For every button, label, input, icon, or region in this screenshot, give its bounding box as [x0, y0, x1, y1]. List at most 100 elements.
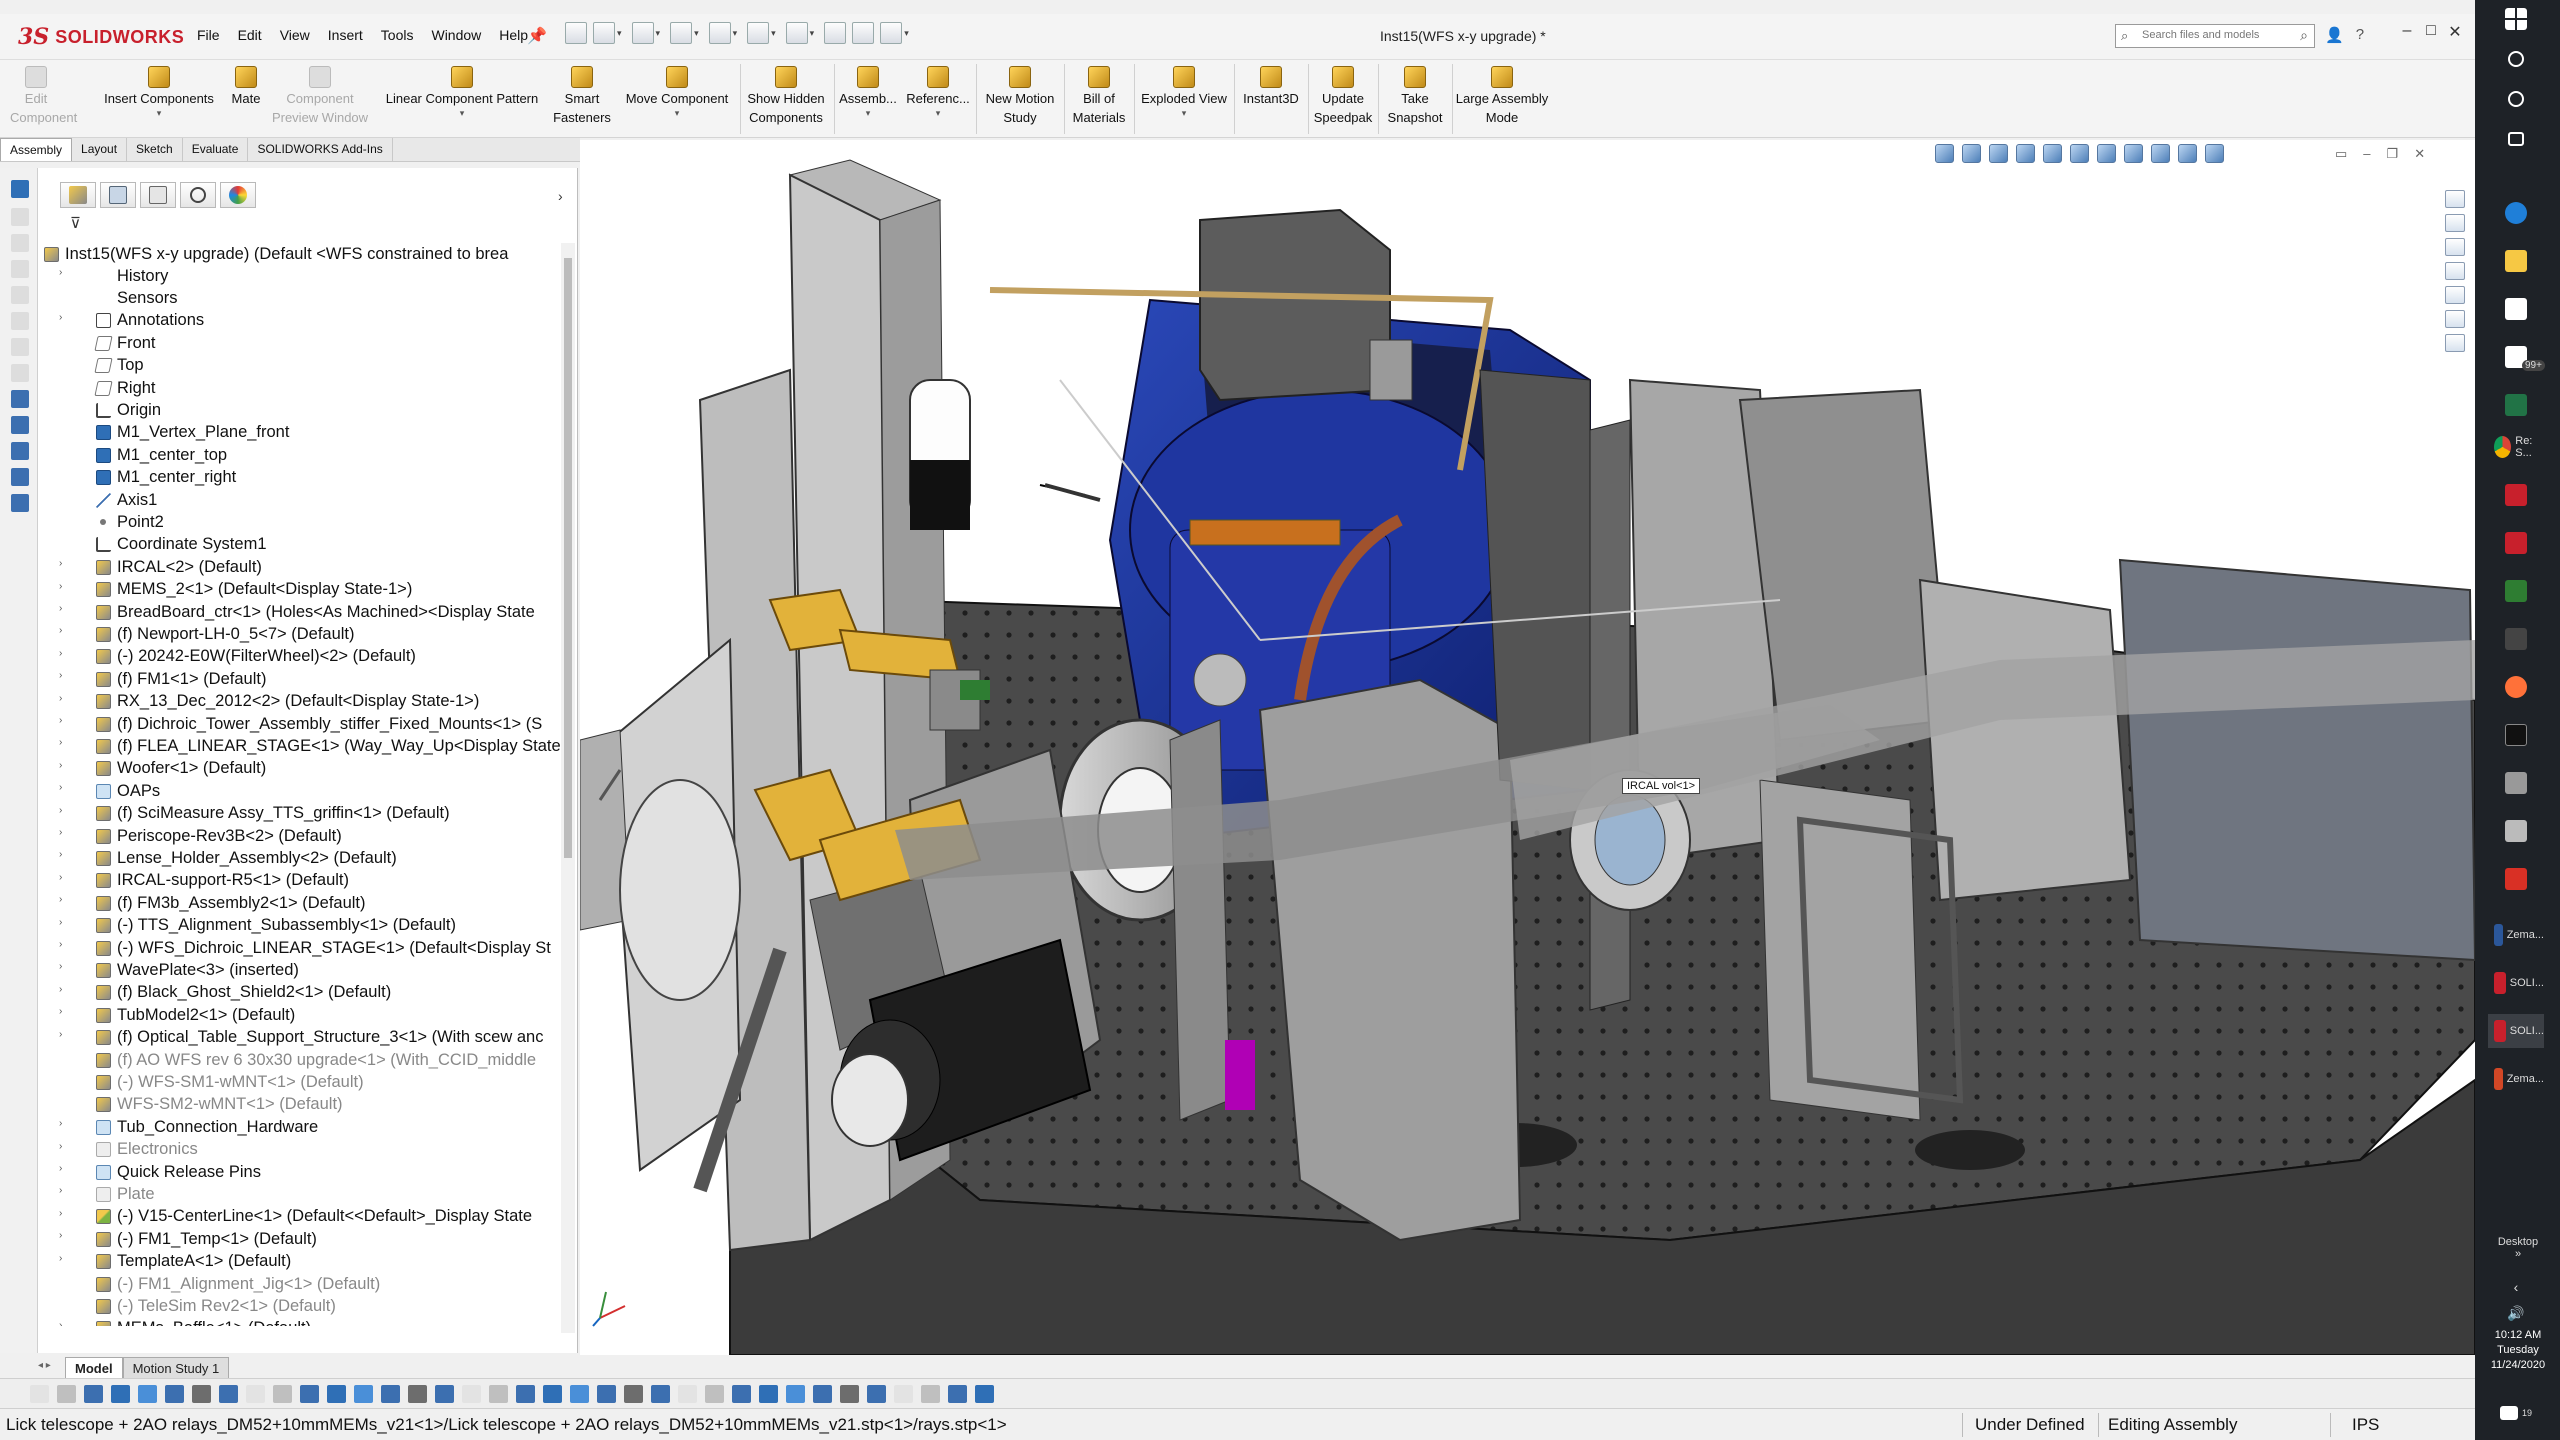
- reference-geometry-button[interactable]: Referenc... ▾: [902, 64, 974, 118]
- viewport-minimize-icon[interactable]: –: [2363, 146, 2370, 162]
- linear-component-pattern-button[interactable]: Linear Component Pattern ▾: [378, 64, 546, 118]
- exploded-view-button[interactable]: Exploded View ▾: [1136, 64, 1232, 118]
- tree-item[interactable]: › (-) V15-CenterLine<1> (Default<<Default…: [59, 1206, 532, 1228]
- expand-arrow-icon[interactable]: ›: [59, 1163, 62, 1174]
- tree-item[interactable]: WFS-SM2-wMNT<1> (Default): [96, 1094, 343, 1116]
- app[interactable]: [2488, 766, 2544, 800]
- view-orientation-icon[interactable]: [2070, 144, 2089, 163]
- selection-tool-icon[interactable]: [975, 1385, 994, 1403]
- solidworks-app[interactable]: [2488, 526, 2544, 560]
- tree-item[interactable]: Top: [94, 355, 144, 377]
- section-view-icon[interactable]: [2016, 144, 2035, 163]
- scrollbar-thumb[interactable]: [564, 258, 572, 858]
- tree-item[interactable]: › OAPs: [59, 780, 160, 802]
- tree-item[interactable]: › Tub_Connection_Hardware: [59, 1116, 318, 1138]
- tree-item[interactable]: › (f) Dichroic_Tower_Assembly_stiffer_Fix…: [59, 713, 542, 735]
- expand-arrow-icon[interactable]: ›: [59, 1208, 62, 1219]
- bill-of-materials-button[interactable]: Bill of Materials: [1066, 64, 1132, 127]
- menu-tools[interactable]: Tools: [372, 27, 423, 43]
- expand-arrow-icon[interactable]: ›: [59, 1253, 62, 1264]
- edge-app[interactable]: [2488, 196, 2544, 230]
- tree-item[interactable]: › History: [59, 265, 168, 287]
- clock[interactable]: 10:12 AM Tuesday 11/24/2020: [2478, 1328, 2558, 1373]
- selection-tool-icon[interactable]: [813, 1385, 832, 1403]
- tile-icon[interactable]: ▭: [2335, 146, 2347, 162]
- file-explorer-icon[interactable]: [2445, 238, 2465, 256]
- word-app[interactable]: Zema...: [2488, 918, 2544, 952]
- viewport-restore-icon[interactable]: ❐: [2387, 146, 2399, 162]
- print-icon[interactable]: [708, 22, 731, 44]
- chrome-app[interactable]: Re: S...: [2488, 430, 2544, 464]
- undo-icon[interactable]: [747, 22, 770, 44]
- selection-tool-icon[interactable]: [246, 1385, 265, 1403]
- selection-tool-icon[interactable]: [597, 1385, 616, 1403]
- expand-arrow-icon[interactable]: ›: [59, 625, 62, 636]
- tree-item[interactable]: › (-) FM1_Temp<1> (Default): [59, 1228, 317, 1250]
- cortana[interactable]: [2488, 82, 2544, 116]
- tab-model[interactable]: Model: [65, 1357, 123, 1380]
- tree-item[interactable]: › IRCAL-support-R5<1> (Default): [59, 870, 349, 892]
- tab-assembly[interactable]: Assembly: [0, 138, 73, 161]
- tab-solidworks-add-ins[interactable]: SOLIDWORKS Add-Ins: [248, 138, 393, 161]
- tool-icon[interactable]: [11, 260, 29, 278]
- zoom-to-area-icon[interactable]: [1962, 144, 1981, 163]
- expand-arrow-icon[interactable]: ›: [59, 670, 62, 681]
- expand-arrow-icon[interactable]: ›: [59, 805, 62, 816]
- propertymanager-tab[interactable]: [100, 182, 136, 208]
- menu-insert[interactable]: Insert: [319, 27, 372, 43]
- tree-item[interactable]: › (-) TTS_Alignment_Subassembly<1> (Defau…: [59, 915, 456, 937]
- smart-fasteners-button[interactable]: Smart Fasteners: [548, 64, 616, 127]
- tree-item[interactable]: M1_Vertex_Plane_front: [96, 422, 289, 444]
- menu-view[interactable]: View: [271, 27, 319, 43]
- options-gear-icon[interactable]: [880, 22, 903, 44]
- help-icon[interactable]: ?: [2356, 26, 2364, 44]
- custom-properties-icon[interactable]: [2445, 310, 2465, 328]
- expand-arrow-icon[interactable]: ›: [59, 1029, 62, 1040]
- close-icon[interactable]: ✕: [2443, 22, 2467, 42]
- design-library-icon[interactable]: [2445, 214, 2465, 232]
- edit-component-button[interactable]: Edit Component: [10, 64, 77, 127]
- start-button[interactable]: [2488, 2, 2544, 36]
- task-view[interactable]: [2488, 122, 2544, 156]
- instant3d-button[interactable]: Instant3D: [1236, 64, 1306, 108]
- selection-tool-icon[interactable]: [381, 1385, 400, 1403]
- take-snapshot-button[interactable]: Take Snapshot: [1380, 64, 1450, 127]
- edit-appearance-icon[interactable]: [2151, 144, 2170, 163]
- selection-tool-icon[interactable]: [138, 1385, 157, 1403]
- selection-tool-icon[interactable]: [408, 1385, 427, 1403]
- selection-tool-icon[interactable]: [543, 1385, 562, 1403]
- selection-tool-icon[interactable]: [678, 1385, 697, 1403]
- unit-system[interactable]: IPS: [2352, 1415, 2379, 1435]
- selection-tool-icon[interactable]: [867, 1385, 886, 1403]
- tool-icon[interactable]: [11, 338, 29, 356]
- tool-icon[interactable]: [11, 416, 29, 434]
- tree-item[interactable]: Front: [94, 332, 156, 354]
- tree-item[interactable]: › (-) 20242-E0W(FilterWheel)<2> (Default): [59, 646, 416, 668]
- display-style-icon[interactable]: [2097, 144, 2116, 163]
- expand-arrow-icon[interactable]: ›: [59, 939, 62, 950]
- expand-arrow-icon[interactable]: ›: [59, 849, 62, 860]
- selection-tool-icon[interactable]: [84, 1385, 103, 1403]
- expand-arrow-icon[interactable]: ›: [59, 782, 62, 793]
- save-icon[interactable]: [670, 22, 693, 44]
- solidworks-window-2[interactable]: SOLI...: [2488, 1014, 2544, 1048]
- expand-arrow-icon[interactable]: ›: [59, 894, 62, 905]
- expand-arrow-icon[interactable]: ›: [59, 581, 62, 592]
- assembly-features-button[interactable]: Assemb... ▾: [836, 64, 900, 118]
- menu-window[interactable]: Window: [422, 27, 490, 43]
- search-scope-icon[interactable]: ⌕: [2121, 28, 2128, 44]
- tool-icon[interactable]: [11, 390, 29, 408]
- solidworks-app[interactable]: [2488, 478, 2544, 512]
- view-palette-icon[interactable]: [2445, 262, 2465, 280]
- powerpoint-app[interactable]: Zema...: [2488, 1062, 2544, 1096]
- tree-item[interactable]: (-) TeleSim Rev2<1> (Default): [96, 1295, 336, 1317]
- tool-icon[interactable]: [11, 234, 29, 252]
- tree-item[interactable]: › (f) Optical_Table_Support_Structure_3<1…: [59, 1027, 543, 1049]
- selection-tool-icon[interactable]: [894, 1385, 913, 1403]
- taskbar-search[interactable]: [2488, 42, 2544, 76]
- app[interactable]: [2488, 814, 2544, 848]
- expand-arrow-icon[interactable]: ›: [59, 1118, 62, 1129]
- tree-item[interactable]: Origin: [96, 399, 161, 421]
- selection-tool-icon[interactable]: [30, 1385, 49, 1403]
- tree-item[interactable]: › IRCAL<2> (Default): [59, 556, 262, 578]
